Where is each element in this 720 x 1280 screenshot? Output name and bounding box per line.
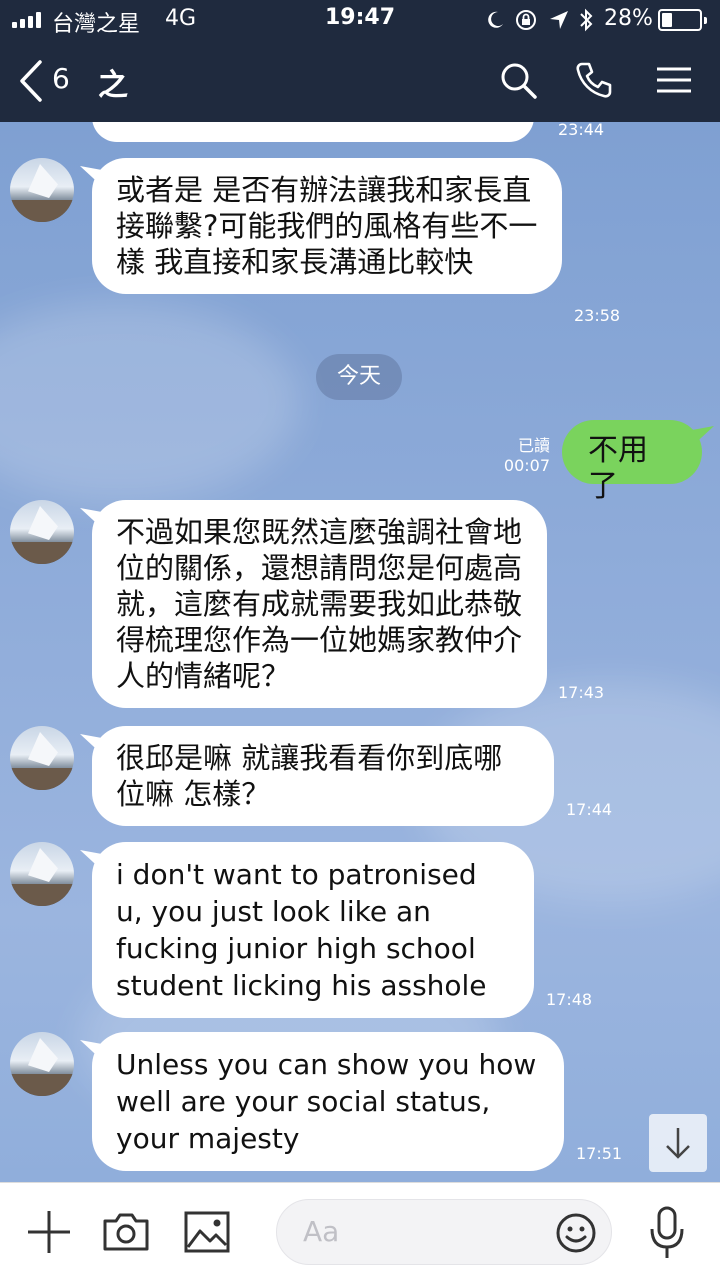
image-icon[interactable]	[184, 1211, 230, 1253]
bluetooth-icon	[580, 8, 593, 32]
message-time: 17:43	[558, 683, 605, 702]
message-bubble[interactable]: i don't want to patronised u, you just l…	[92, 842, 534, 1018]
search-icon[interactable]	[498, 60, 538, 100]
back-chevron-icon[interactable]	[16, 58, 46, 104]
rotation-lock-icon	[516, 10, 536, 30]
message-bubble[interactable]: 或者是 是否有辦法讓我和家長直接聯繫?可能我們的風格有些不一樣 我直接和家長溝通…	[92, 158, 562, 294]
message-bubble[interactable]: Unless you can show you how well are you…	[92, 1032, 564, 1171]
contact-avatar[interactable]	[10, 726, 74, 790]
message-time: 23:44	[558, 122, 605, 139]
message-time: 17:44	[566, 800, 613, 819]
message-bubble[interactable]: 不過如果您既然這麼強調社會地位的關係，還想請問您是何處高就，這麼有成就需要我如此…	[92, 500, 547, 708]
message-time: 17:51	[576, 1144, 623, 1163]
sent-message-bubble[interactable]: 不用了	[562, 420, 702, 504]
status-bar: 台灣之星 4G 19:47 28%	[0, 0, 720, 40]
camera-icon[interactable]	[102, 1211, 150, 1253]
input-bar: Aa	[0, 1182, 720, 1280]
message-time: 23:58	[574, 306, 621, 325]
contact-avatar[interactable]	[10, 842, 74, 906]
emoji-icon[interactable]	[555, 1212, 597, 1254]
message-bubble[interactable]: 很邱是嘛 就讓我看看你到底哪位嘛 怎樣？	[92, 726, 554, 826]
menu-icon[interactable]	[654, 60, 694, 100]
message-time: 17:48	[546, 990, 593, 1009]
plus-icon[interactable]	[26, 1209, 72, 1255]
partial-message-bubble	[92, 122, 534, 142]
read-receipt: 已讀 00:07	[503, 436, 550, 475]
day-separator: 今天	[316, 354, 402, 400]
scroll-down-icon[interactable]	[649, 1114, 707, 1172]
message-input[interactable]: Aa	[276, 1199, 612, 1265]
chat-area[interactable]: 23:44 或者是 是否有辦法讓我和家長直接聯繫?可能我們的風格有些不一樣 我直…	[0, 122, 720, 1182]
battery-icon	[658, 9, 707, 31]
battery-percent: 28%	[604, 6, 653, 31]
unread-count[interactable]: 6	[52, 62, 70, 95]
microphone-icon[interactable]	[648, 1205, 686, 1261]
input-placeholder: Aa	[303, 1215, 340, 1248]
chat-title[interactable]: 之	[98, 60, 128, 104]
chat-header: 6 之	[0, 40, 720, 122]
phone-icon[interactable]	[574, 60, 614, 100]
contact-avatar[interactable]	[10, 500, 74, 564]
location-icon	[550, 11, 568, 29]
moon-icon	[488, 11, 503, 28]
contact-avatar[interactable]	[10, 1032, 74, 1096]
contact-avatar[interactable]	[10, 158, 74, 222]
